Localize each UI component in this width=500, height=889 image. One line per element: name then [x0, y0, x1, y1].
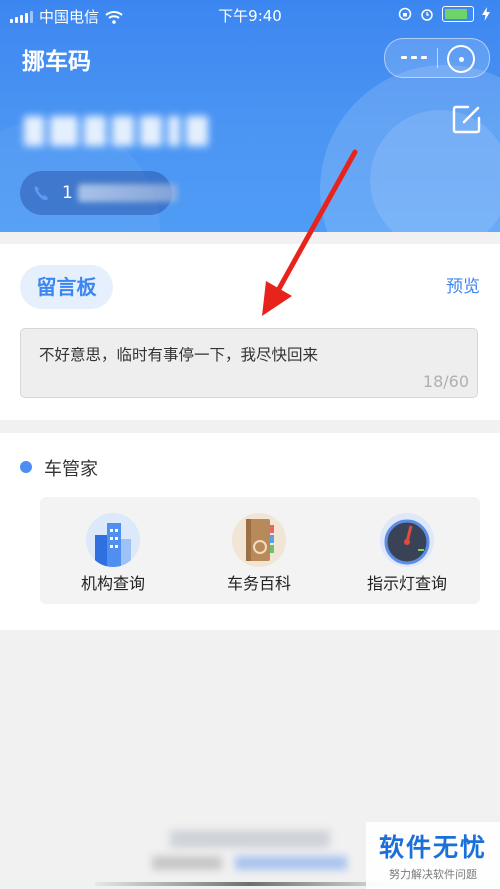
- book-icon: [232, 513, 286, 567]
- plate-number-blurred: [24, 112, 208, 150]
- edit-icon[interactable]: [452, 104, 482, 134]
- header: 中国电信 下午9:40 挪车码 1: [0, 0, 500, 232]
- tool-label: 机构查询: [80, 574, 145, 593]
- watermark-title: 软件无忧: [378, 833, 487, 862]
- phone-number: 1: [62, 183, 73, 203]
- footer-link-blurred: [235, 856, 347, 870]
- tools-panel: 机构查询 车务百科 指示灯查询: [40, 497, 480, 604]
- section-title: 车管家: [44, 459, 98, 480]
- footer-text-blurred: [170, 830, 330, 848]
- gauge-icon: [380, 513, 434, 567]
- message-board-card: 留言板 预览 不好意思，临时有事停一下，我尽快回来 18/60: [0, 244, 500, 420]
- tool-car-wiki[interactable]: 车务百科: [194, 513, 324, 594]
- phone-number-blurred: [78, 184, 178, 202]
- building-icon: [86, 513, 140, 567]
- char-count: 18/60: [422, 372, 469, 391]
- close-mini-program-button[interactable]: [447, 45, 475, 73]
- tool-label: 指示灯查询: [366, 574, 447, 593]
- message-text: 不好意思，临时有事停一下，我尽快回来: [39, 346, 319, 364]
- mini-program-capsule: [384, 38, 490, 78]
- watermark: 软件无忧 努力解决软件问题: [366, 822, 500, 889]
- capsule-divider: [437, 48, 438, 68]
- tool-label: 车务百科: [226, 574, 291, 593]
- footer-text-blurred: [152, 856, 222, 870]
- tool-indicator-query[interactable]: 指示灯查询: [342, 513, 472, 594]
- page-title: 挪车码: [22, 49, 91, 75]
- phone-icon: [34, 186, 48, 201]
- alarm-icon: [421, 9, 433, 21]
- message-input[interactable]: 不好意思，临时有事停一下，我尽快回来 18/60: [20, 328, 478, 398]
- charging-icon: [482, 7, 490, 21]
- battery-icon: [442, 6, 474, 22]
- rotation-lock-icon: [398, 7, 412, 21]
- home-indicator: [95, 882, 405, 886]
- status-bar: 中国电信 下午9:40: [0, 0, 500, 28]
- tab-message-board[interactable]: 留言板: [20, 265, 113, 309]
- more-button[interactable]: [401, 56, 427, 59]
- section-dot: [20, 461, 32, 473]
- watermark-subtitle: 努力解决软件问题: [389, 868, 477, 881]
- car-steward-card: 车管家 机构查询 车务百科 指示灯查询: [0, 433, 500, 630]
- tool-agency-query[interactable]: 机构查询: [48, 513, 178, 594]
- preview-link[interactable]: 预览: [446, 272, 480, 297]
- phone-pill[interactable]: 1: [20, 171, 178, 215]
